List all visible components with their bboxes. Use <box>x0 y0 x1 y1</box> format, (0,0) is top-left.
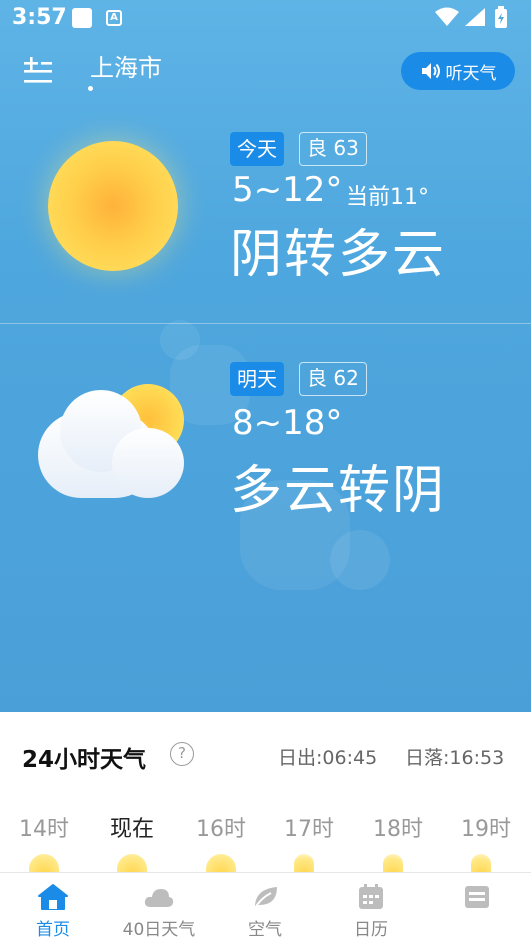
today-condition: 阴转多云 <box>230 225 447 285</box>
day-divider <box>0 323 531 324</box>
status-bar: 3:57 A <box>0 0 531 36</box>
hourly-title: 24小时天气 <box>22 747 147 773</box>
wifi-icon <box>435 7 459 26</box>
leaf-icon <box>254 887 277 909</box>
notification-icon <box>72 8 92 28</box>
tomorrow-badge: 明天 <box>230 362 284 396</box>
help-icon[interactable]: ? <box>170 742 194 766</box>
tomorrow-temp-range: 8~18° <box>232 403 343 443</box>
hour-label-now[interactable]: 现在 <box>97 811 167 843</box>
status-time: 3:57 <box>12 5 67 30</box>
more-icon <box>465 886 489 908</box>
hour-label[interactable]: 17时 <box>274 811 344 843</box>
hero-weather-panel: 3:57 A 上海市 听天气 今天 良 63 5~12° 当前11° 阴转多云 … <box>0 0 531 712</box>
partly-cloudy-icon <box>294 854 314 874</box>
hour-label[interactable]: 14时 <box>9 811 79 843</box>
cloud-icon <box>144 889 174 907</box>
sun-icon <box>206 854 236 874</box>
hour-label[interactable]: 16时 <box>186 811 256 843</box>
calendar-icon <box>359 884 383 909</box>
partly-cloudy-icon <box>471 854 491 874</box>
location-dot-icon <box>88 86 93 91</box>
lens-flare-decoration <box>330 530 390 590</box>
notification-a-icon: A <box>106 10 122 26</box>
nav-air[interactable]: 空气 <box>212 873 318 945</box>
speaker-icon <box>421 63 440 79</box>
nav-calendar-label: 日历 <box>354 920 388 940</box>
today-aqi-badge[interactable]: 良 63 <box>299 132 367 166</box>
sunrise-time: 日出:06:45 <box>278 747 378 769</box>
sun-icon <box>48 141 178 271</box>
sun-icon <box>117 854 147 874</box>
sun-icon <box>29 854 59 874</box>
sunset-time: 日落:16:53 <box>405 747 505 769</box>
tomorrow-aqi-badge[interactable]: 良 62 <box>299 362 367 396</box>
nav-40day[interactable]: 40日天气 <box>106 873 212 945</box>
hour-label[interactable]: 18时 <box>363 811 433 843</box>
listen-weather-label: 听天气 <box>445 63 497 84</box>
nav-home[interactable]: 首页 <box>0 873 106 945</box>
battery-icon <box>495 6 507 28</box>
partly-cloudy-icon <box>38 388 188 500</box>
signal-icon <box>465 8 485 26</box>
partly-cloudy-icon <box>383 854 403 874</box>
nav-more[interactable] <box>424 873 530 945</box>
today-temp-range: 5~12° <box>232 170 343 210</box>
menu-icon[interactable] <box>22 56 56 88</box>
today-badge: 今天 <box>230 132 284 166</box>
nav-40day-label: 40日天气 <box>122 920 196 940</box>
current-temperature: 当前11° <box>346 185 429 210</box>
tomorrow-condition: 多云转阴 <box>230 461 447 521</box>
nav-home-label: 首页 <box>36 920 70 940</box>
city-name[interactable]: 上海市 <box>90 48 162 83</box>
listen-weather-button[interactable]: 听天气 <box>401 52 515 90</box>
bottom-navigation: 首页 40日天气 空气 日历 <box>0 872 531 945</box>
hourly-forecast-section: 24小时天气 ? 日出:06:45 日落:16:53 14时 现在 16时 17… <box>0 712 531 874</box>
home-icon <box>38 884 68 910</box>
status-icons <box>435 6 507 28</box>
nav-air-label: 空气 <box>248 920 282 940</box>
nav-calendar[interactable]: 日历 <box>318 873 424 945</box>
hour-label[interactable]: 19时 <box>451 811 521 843</box>
